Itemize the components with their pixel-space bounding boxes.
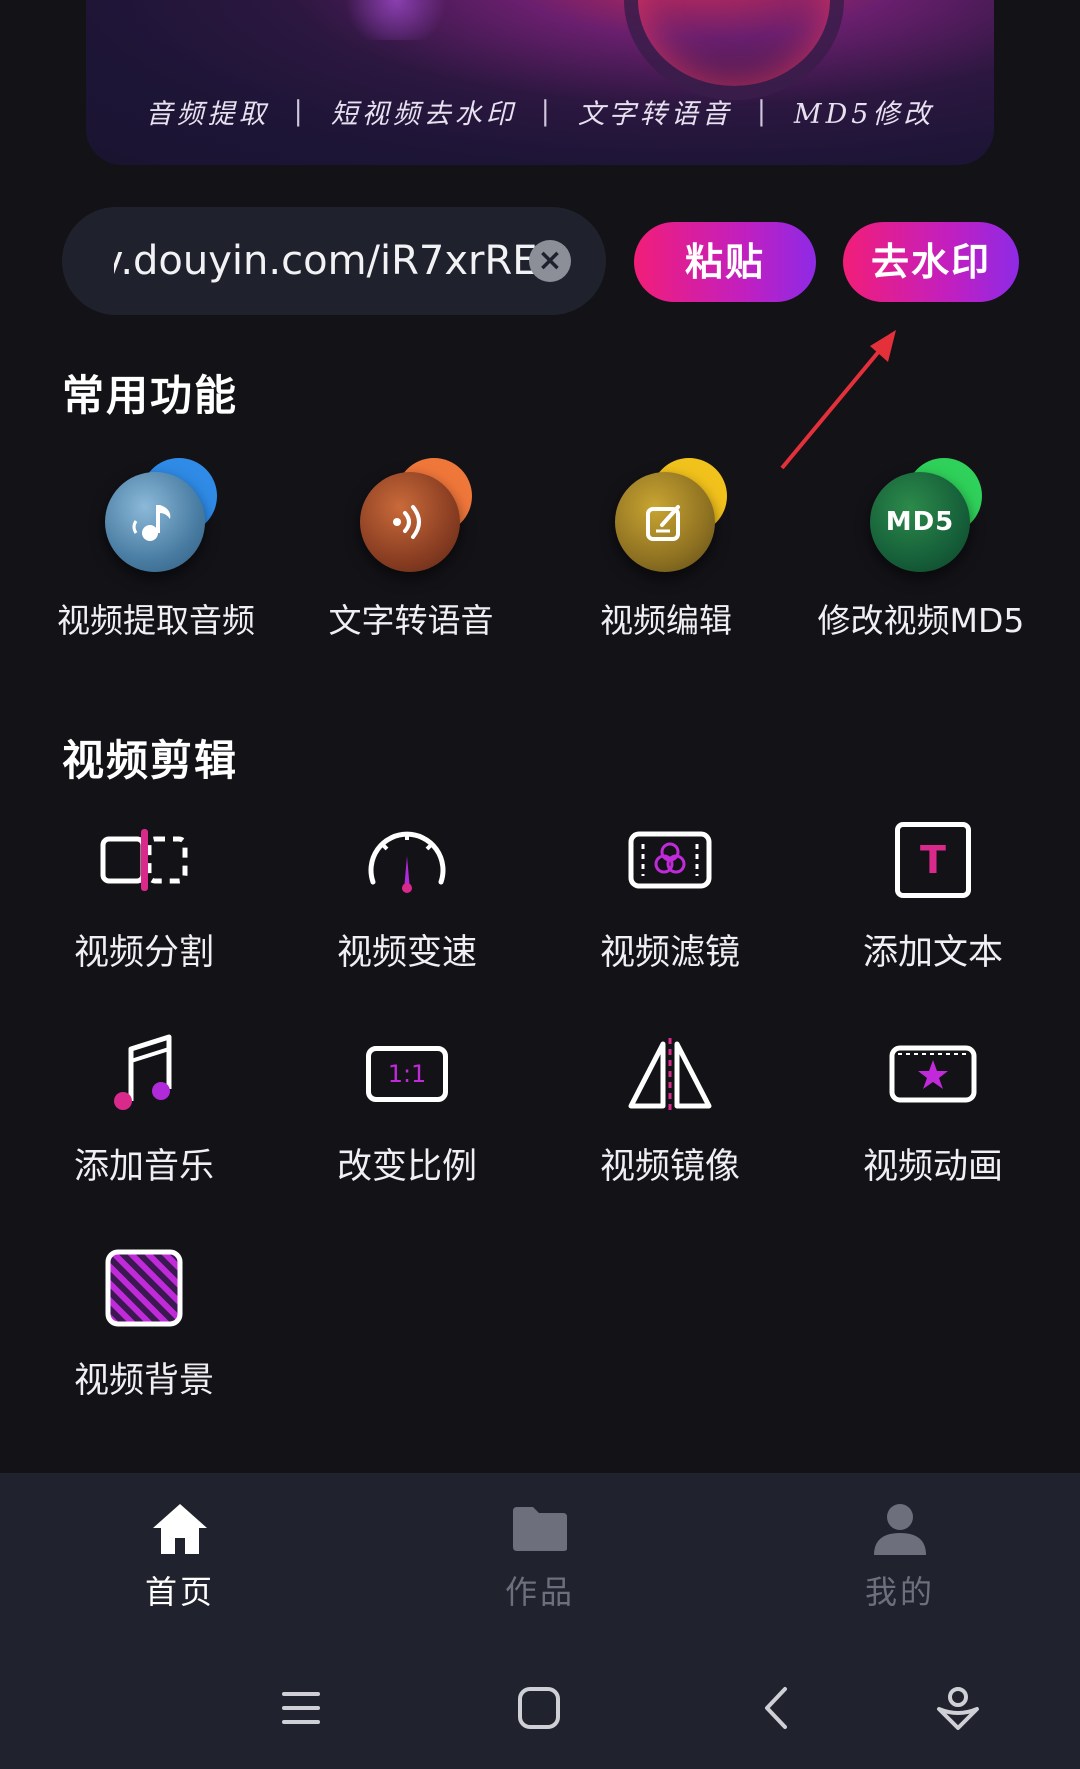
tool-label: 视频分割 [73,933,214,973]
nav-item-works[interactable]: 作品 [440,1499,640,1613]
nav-item-home[interactable]: 首页 [80,1499,280,1613]
section-title-common: 常用功能 [62,371,239,420]
home-icon [153,1504,207,1554]
red-arrow-annotation [780,330,896,470]
split-icon [100,829,188,891]
camera-lens-graphic [624,0,844,100]
tool-add-music[interactable]: 添加音乐 [34,1024,254,1189]
mirror-icon [628,1038,712,1110]
func-label: 修改视频MD5 [817,601,1025,640]
tool-label: 视频变速 [336,933,477,973]
func-label: 视频提取音频 [57,601,255,640]
menu-icon[interactable] [271,1678,331,1738]
tool-label: 视频背景 [73,1361,214,1401]
banner-tags: 音频提取 | 短视频去水印 | 文字转语音 | MD5修改 [86,92,994,131]
func-video-edit[interactable]: 视频编辑 [546,458,786,642]
func-modify-md5[interactable]: MD5 修改视频MD5 [801,458,1041,642]
tool-label: 改变比例 [336,1147,477,1187]
clear-icon[interactable]: × [529,240,571,282]
system-nav-bar [0,1638,1080,1769]
user-icon [874,1504,926,1555]
tool-label: 添加文本 [862,933,1003,973]
bottom-nav: 首页 作品 我的 [0,1473,1080,1638]
tool-video-background[interactable]: 视频背景 [34,1238,254,1403]
tool-video-split[interactable]: 视频分割 [34,810,254,975]
sound-wave-icon [393,505,421,539]
func-extract-audio[interactable]: 视频提取音频 [36,458,276,642]
folder-icon [513,1507,567,1551]
nav-label: 作品 [504,1573,575,1611]
assistant-icon[interactable] [928,1678,988,1738]
promo-banner[interactable]: 音频提取 | 短视频去水印 | 文字转语音 | MD5修改 [86,0,994,165]
edit-icon [646,505,680,541]
nav-label: 首页 [144,1573,215,1611]
md5-icon: MD5 [885,507,955,537]
tool-change-ratio[interactable]: 1:1 改变比例 [297,1024,517,1189]
tool-video-filter[interactable]: 视频滤镜 [560,810,780,975]
url-input[interactable] [114,233,554,289]
remove-watermark-button[interactable]: 去水印 [843,222,1019,302]
banner-tag: MD5修改 [793,99,935,130]
banner-glow [336,0,456,40]
home-square-icon[interactable] [509,1678,569,1738]
music-note-icon [132,505,171,541]
animation-icon [889,1045,977,1103]
banner-separator: | [756,96,770,127]
banner-tag: 文字转语音 [577,99,733,130]
nav-label: 我的 [864,1573,935,1611]
tool-label: 视频镜像 [599,1147,740,1187]
ratio-icon: 1:1 [366,1046,448,1102]
nav-item-mine[interactable]: 我的 [800,1499,1000,1613]
tool-label: 添加音乐 [73,1147,214,1187]
tool-video-mirror[interactable]: 视频镜像 [560,1024,780,1189]
banner-tag: 音频提取 [145,99,270,130]
func-label: 视频编辑 [600,601,732,640]
background-icon [105,1249,183,1327]
url-input-container: × [62,207,606,315]
paste-button[interactable]: 粘贴 [634,222,816,302]
func-label: 文字转语音 [328,601,494,640]
music-icon [114,1034,172,1110]
tool-label: 视频滤镜 [599,933,740,973]
banner-separator: | [293,96,307,127]
banner-separator: | [540,96,554,127]
tool-video-speed[interactable]: 视频变速 [297,810,517,975]
section-title-editing: 视频剪辑 [62,736,239,785]
tool-add-text[interactable]: T 添加文本 [823,810,1043,975]
speedometer-icon [368,831,446,893]
tool-label: 视频动画 [862,1147,1003,1187]
func-text-to-speech[interactable]: 文字转语音 [291,458,531,642]
filter-icon [628,831,712,889]
back-icon[interactable] [746,1678,806,1738]
text-icon: T [895,822,971,898]
banner-tag: 短视频去水印 [330,99,517,130]
tool-video-animation[interactable]: 视频动画 [823,1024,1043,1189]
